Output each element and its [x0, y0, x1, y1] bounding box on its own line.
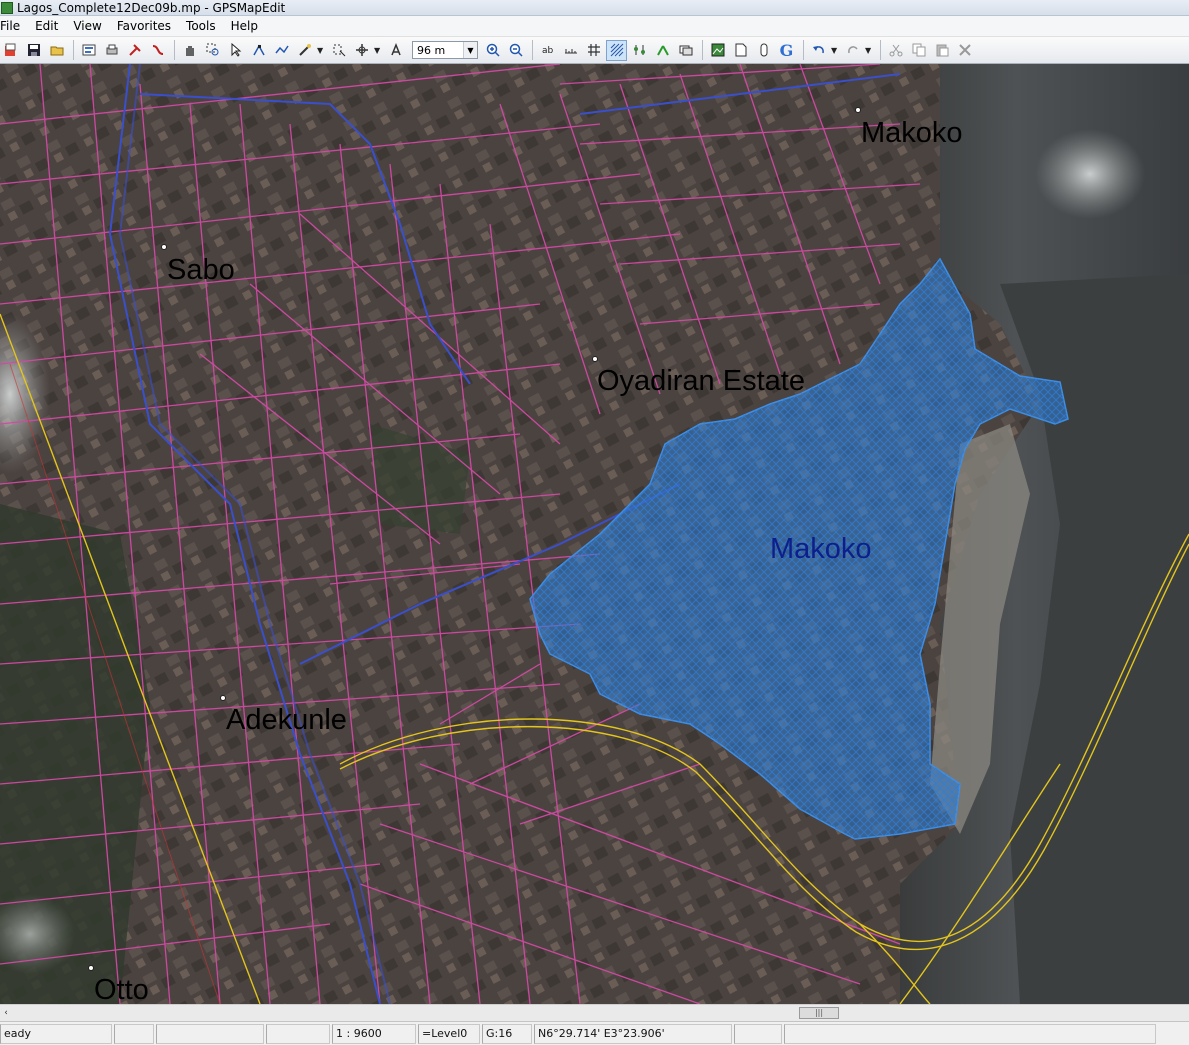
poi-marker[interactable] — [161, 244, 167, 250]
place-label-adekunle: Adekunle — [226, 704, 347, 736]
place-label-oyadiran-estate: Oyadiran Estate — [597, 365, 805, 397]
tools-icon[interactable] — [124, 40, 145, 61]
menu-help[interactable]: Help — [224, 19, 266, 33]
label-tool-icon[interactable] — [385, 40, 406, 61]
hatch-fill-icon[interactable] — [606, 39, 627, 61]
status-ready: eady — [0, 1023, 112, 1044]
place-label-sabo: Sabo — [167, 254, 235, 286]
chevron-down-icon[interactable]: ▼ — [831, 46, 839, 55]
pan-hand-icon[interactable] — [179, 40, 200, 61]
chevron-down-icon[interactable]: ▼ — [317, 46, 325, 55]
zoom-out-icon[interactable] — [505, 40, 526, 61]
status-bar: eady 1 : 9600 =Level0 G:16 N6°29.714' E3… — [0, 1021, 1189, 1045]
print-icon[interactable] — [101, 40, 122, 61]
layers-icon[interactable] — [675, 40, 696, 61]
menu-view[interactable]: View — [66, 19, 109, 33]
zoom-in-icon[interactable] — [482, 40, 503, 61]
poi-marker[interactable] — [592, 356, 598, 362]
raster-image-icon[interactable] — [707, 40, 728, 61]
toolbar: ▼ ▼ 96 m ▼ ab G ▼ ▼ — [0, 37, 1189, 64]
poi-marker[interactable] — [88, 965, 94, 971]
map-layers — [0, 64, 1189, 1004]
properties-icon[interactable] — [78, 40, 99, 61]
title-bar: Lagos_Complete12Dec09b.mp - GPSMapEdit — [0, 0, 1189, 16]
cut-shape-icon[interactable] — [328, 40, 349, 61]
copy-icon[interactable] — [908, 40, 929, 61]
polyline-icon[interactable] — [271, 40, 292, 61]
blank-page-icon[interactable] — [730, 40, 751, 61]
chevron-down-icon[interactable]: ▼ — [463, 42, 477, 58]
undo-icon[interactable] — [808, 40, 829, 61]
scale-ruler-icon[interactable] — [560, 40, 581, 61]
menu-file[interactable]: File — [0, 19, 28, 33]
zoom-level-select[interactable]: 96 m ▼ — [412, 41, 478, 59]
open-folder-icon[interactable] — [46, 40, 67, 61]
status-level: =Level0 — [418, 1023, 480, 1044]
save-icon[interactable] — [23, 40, 44, 61]
cloud — [1035, 129, 1145, 219]
status-empty — [784, 1023, 1156, 1044]
area-label-makoko: Makoko — [770, 533, 872, 565]
select-arrow-icon[interactable] — [225, 40, 246, 61]
window-title: Lagos_Complete12Dec09b.mp - GPSMapEdit — [17, 0, 286, 15]
menu-tools[interactable]: Tools — [179, 19, 224, 33]
status-empty — [734, 1023, 782, 1044]
labels-toggle-icon[interactable]: ab — [537, 40, 558, 61]
new-file-icon[interactable] — [0, 40, 21, 61]
svg-text:ab: ab — [542, 46, 554, 56]
zoom-select-icon[interactable] — [202, 40, 223, 61]
scroll-left-icon[interactable]: ‹ — [0, 1007, 12, 1019]
tracks-icon[interactable] — [652, 40, 673, 61]
menu-favorites[interactable]: Favorites — [110, 19, 179, 33]
poi-marker[interactable] — [220, 695, 226, 701]
scrollbar-thumb[interactable]: ||| — [799, 1007, 839, 1019]
horizontal-scrollbar[interactable]: ‹ ||| — [0, 1004, 1189, 1021]
edit-node-icon[interactable] — [248, 40, 269, 61]
status-empty — [156, 1023, 264, 1044]
menu-edit[interactable]: Edit — [28, 19, 66, 33]
cut-icon[interactable] — [885, 40, 906, 61]
grid-icon[interactable] — [583, 40, 604, 61]
status-grid: G:16 — [482, 1023, 532, 1044]
magic-wand-icon[interactable] — [294, 40, 315, 61]
app-icon — [1, 1, 13, 14]
status-coordinates: N6°29.714' E3°23.906' — [534, 1023, 732, 1044]
bookmark-icon[interactable] — [753, 40, 774, 61]
status-scale: 1 : 9600 — [332, 1023, 416, 1044]
chevron-down-icon[interactable]: ▼ — [865, 46, 873, 55]
status-empty — [114, 1023, 154, 1044]
place-label-makoko: Makoko — [861, 117, 963, 149]
route-icon[interactable] — [147, 40, 168, 61]
menu-bar: File Edit View Favorites Tools Help — [0, 16, 1189, 37]
place-label-otto: Otto — [94, 974, 149, 1005]
google-icon[interactable]: G — [776, 40, 797, 61]
chevron-down-icon[interactable]: ▼ — [374, 46, 382, 55]
waypoints-icon[interactable] — [629, 40, 650, 61]
zoom-level-value: 96 m — [417, 43, 446, 57]
redo-icon[interactable] — [842, 40, 863, 61]
delete-icon[interactable] — [954, 40, 975, 61]
gpsmapedit-window: Lagos_Complete12Dec09b.mp - GPSMapEdit F… — [0, 0, 1189, 1045]
poi-marker[interactable] — [855, 107, 861, 113]
map-canvas[interactable]: Makoko Sabo Oyadiran Estate Makoko Adeku… — [0, 64, 1189, 1004]
paste-icon[interactable] — [931, 40, 952, 61]
status-empty — [266, 1023, 330, 1044]
move-icon[interactable] — [351, 40, 372, 61]
